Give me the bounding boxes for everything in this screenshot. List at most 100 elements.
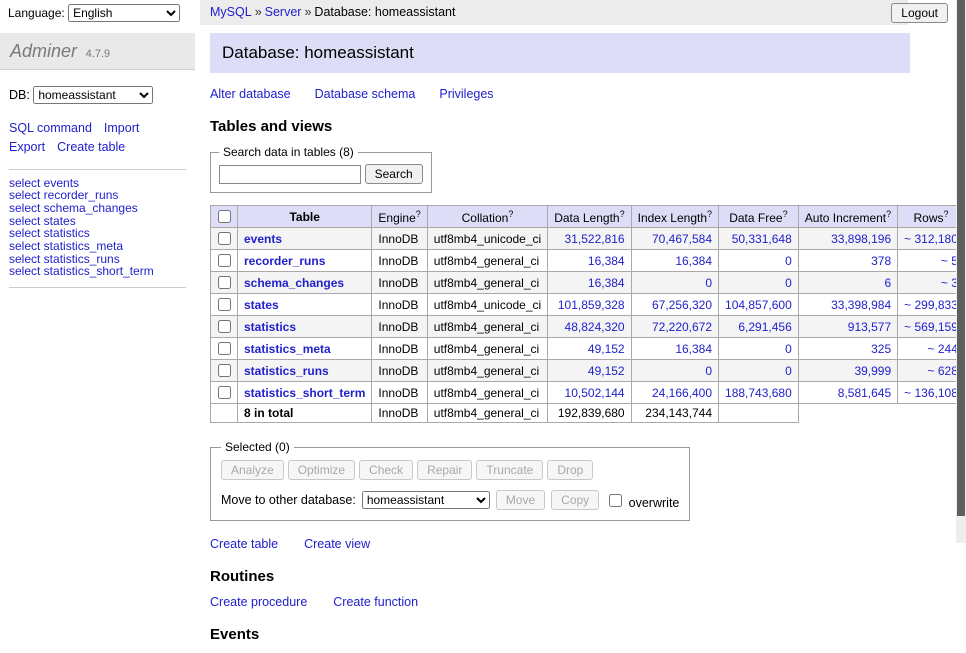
routine-link[interactable]: Create procedure bbox=[210, 595, 307, 609]
check-button[interactable]: Check bbox=[359, 460, 413, 480]
help-link[interactable]: ? bbox=[707, 209, 712, 219]
rows-link[interactable]: ~ 244 bbox=[928, 342, 958, 356]
index-length-link[interactable]: 24,166,400 bbox=[652, 386, 712, 400]
index-length-link[interactable]: 70,467,584 bbox=[652, 232, 712, 246]
rows-link[interactable]: ~ 628 bbox=[928, 364, 958, 378]
data-free-link[interactable]: 0 bbox=[785, 254, 792, 268]
sidebar-table-link[interactable]: select statistics_short_term bbox=[9, 265, 186, 278]
table-name-link[interactable]: statistics_meta bbox=[244, 342, 331, 356]
index-length-link[interactable]: 16,384 bbox=[675, 254, 712, 268]
auto-increment-link[interactable]: 6 bbox=[884, 276, 891, 290]
help-link[interactable]: ? bbox=[416, 209, 421, 219]
index-length-link[interactable]: 0 bbox=[705, 364, 712, 378]
routine-link[interactable]: Create function bbox=[333, 595, 418, 609]
row-checkbox[interactable] bbox=[218, 298, 231, 311]
db-select[interactable]: homeassistant bbox=[33, 86, 153, 104]
row-checkbox[interactable] bbox=[218, 364, 231, 377]
rows-link[interactable]: ~ 569,159 bbox=[904, 320, 958, 334]
rows-link[interactable]: ~ 312,180 bbox=[904, 232, 958, 246]
vertical-scrollbar[interactable] bbox=[956, 0, 966, 543]
table-name-link[interactable]: statistics bbox=[244, 320, 296, 334]
data-length-link[interactable]: 16,384 bbox=[588, 254, 625, 268]
language-select[interactable]: English bbox=[68, 4, 180, 22]
index-length-link[interactable]: 72,220,672 bbox=[652, 320, 712, 334]
data-length-link[interactable]: 31,522,816 bbox=[565, 232, 625, 246]
create-link[interactable]: Create view bbox=[304, 537, 370, 551]
data-free-link[interactable]: 188,743,680 bbox=[725, 386, 792, 400]
create-link[interactable]: Create table bbox=[210, 537, 278, 551]
help-link[interactable]: ? bbox=[620, 209, 625, 219]
table-name-link[interactable]: events bbox=[244, 232, 282, 246]
truncate-button[interactable]: Truncate bbox=[476, 460, 543, 480]
data-length-link[interactable]: 48,824,320 bbox=[565, 320, 625, 334]
db-nav-link[interactable]: Database schema bbox=[315, 87, 416, 101]
optimize-button[interactable]: Optimize bbox=[288, 460, 355, 480]
row-checkbox[interactable] bbox=[218, 386, 231, 399]
sidebar-table-link[interactable]: select statistics_meta bbox=[9, 240, 186, 253]
copy-button[interactable]: Copy bbox=[551, 490, 599, 510]
auto-increment-link[interactable]: 378 bbox=[871, 254, 891, 268]
analyze-button[interactable]: Analyze bbox=[221, 460, 284, 480]
index-length-link[interactable]: 67,256,320 bbox=[652, 298, 712, 312]
sidebar-create-table-link[interactable]: Create table bbox=[57, 140, 125, 154]
help-link[interactable]: ? bbox=[508, 209, 513, 219]
row-checkbox[interactable] bbox=[218, 320, 231, 333]
row-checkbox[interactable] bbox=[218, 232, 231, 245]
table-name-link[interactable]: recorder_runs bbox=[244, 254, 325, 268]
auto-increment-link[interactable]: 325 bbox=[871, 342, 891, 356]
data-length-link[interactable]: 10,502,144 bbox=[565, 386, 625, 400]
overwrite-checkbox[interactable] bbox=[609, 494, 622, 507]
help-link[interactable]: ? bbox=[783, 209, 788, 219]
table-name-link[interactable]: statistics_short_term bbox=[244, 386, 365, 400]
data-free-link[interactable]: 104,857,600 bbox=[725, 298, 792, 312]
auto-increment-link[interactable]: 8,581,645 bbox=[838, 386, 891, 400]
help-link[interactable]: ? bbox=[886, 209, 891, 219]
data-length-link[interactable]: 16,384 bbox=[588, 276, 625, 290]
row-checkbox[interactable] bbox=[218, 276, 231, 289]
repair-button[interactable]: Repair bbox=[417, 460, 472, 480]
row-checkbox[interactable] bbox=[218, 254, 231, 267]
data-free-link[interactable]: 0 bbox=[785, 364, 792, 378]
search-button[interactable]: Search bbox=[365, 164, 423, 184]
row-checkbox[interactable] bbox=[218, 342, 231, 355]
breadcrumb-mysql-link[interactable]: MySQL bbox=[210, 5, 252, 19]
table-name-link[interactable]: statistics_runs bbox=[244, 364, 329, 378]
auto-increment-cell: 325 bbox=[798, 338, 897, 360]
index-length-link[interactable]: 16,384 bbox=[675, 342, 712, 356]
scrollbar-thumb[interactable] bbox=[957, 0, 965, 516]
auto-increment-link[interactable]: 913,577 bbox=[848, 320, 891, 334]
db-nav-link[interactable]: Privileges bbox=[439, 87, 493, 101]
move-button[interactable]: Move bbox=[496, 490, 545, 510]
help-link[interactable]: ? bbox=[944, 209, 949, 219]
data-length-link[interactable]: 49,152 bbox=[588, 364, 625, 378]
table-name-link[interactable]: schema_changes bbox=[244, 276, 344, 290]
data-length-link[interactable]: 49,152 bbox=[588, 342, 625, 356]
data-free-link[interactable]: 6,291,456 bbox=[738, 320, 791, 334]
drop-button[interactable]: Drop bbox=[547, 460, 593, 480]
data-free-link[interactable]: 0 bbox=[785, 342, 792, 356]
sidebar-sql-command-link[interactable]: SQL command bbox=[9, 121, 92, 135]
auto-increment-link[interactable]: 33,398,984 bbox=[831, 298, 891, 312]
rows-link[interactable]: ~ 136,108 bbox=[904, 386, 958, 400]
logout-button[interactable]: Logout bbox=[891, 3, 948, 23]
index-length-link[interactable]: 0 bbox=[705, 276, 712, 290]
db-nav-link[interactable]: Alter database bbox=[210, 87, 291, 101]
row-checkbox-cell bbox=[211, 294, 238, 316]
select-all-checkbox[interactable] bbox=[218, 210, 231, 223]
data-length-link[interactable]: 101,859,328 bbox=[558, 298, 625, 312]
sidebar-table-link[interactable]: select schema_changes bbox=[9, 202, 186, 215]
selected-legend: Selected (0) bbox=[221, 440, 294, 454]
data-free-link[interactable]: 0 bbox=[785, 276, 792, 290]
move-db-select[interactable]: homeassistant bbox=[362, 491, 490, 509]
data-free-link[interactable]: 50,331,648 bbox=[732, 232, 792, 246]
sidebar-export-link[interactable]: Export bbox=[9, 140, 45, 154]
sidebar-import-link[interactable]: Import bbox=[104, 121, 139, 135]
auto-increment-link[interactable]: 39,999 bbox=[854, 364, 891, 378]
breadcrumb-server-link[interactable]: Server bbox=[265, 5, 302, 19]
adminer-logo[interactable]: Adminer bbox=[10, 41, 77, 61]
sidebar-table-link[interactable]: select recorder_runs bbox=[9, 189, 186, 202]
table-name-link[interactable]: states bbox=[244, 298, 279, 312]
auto-increment-link[interactable]: 33,898,196 bbox=[831, 232, 891, 246]
rows-link[interactable]: ~ 299,833 bbox=[904, 298, 958, 312]
search-input[interactable] bbox=[219, 165, 361, 184]
